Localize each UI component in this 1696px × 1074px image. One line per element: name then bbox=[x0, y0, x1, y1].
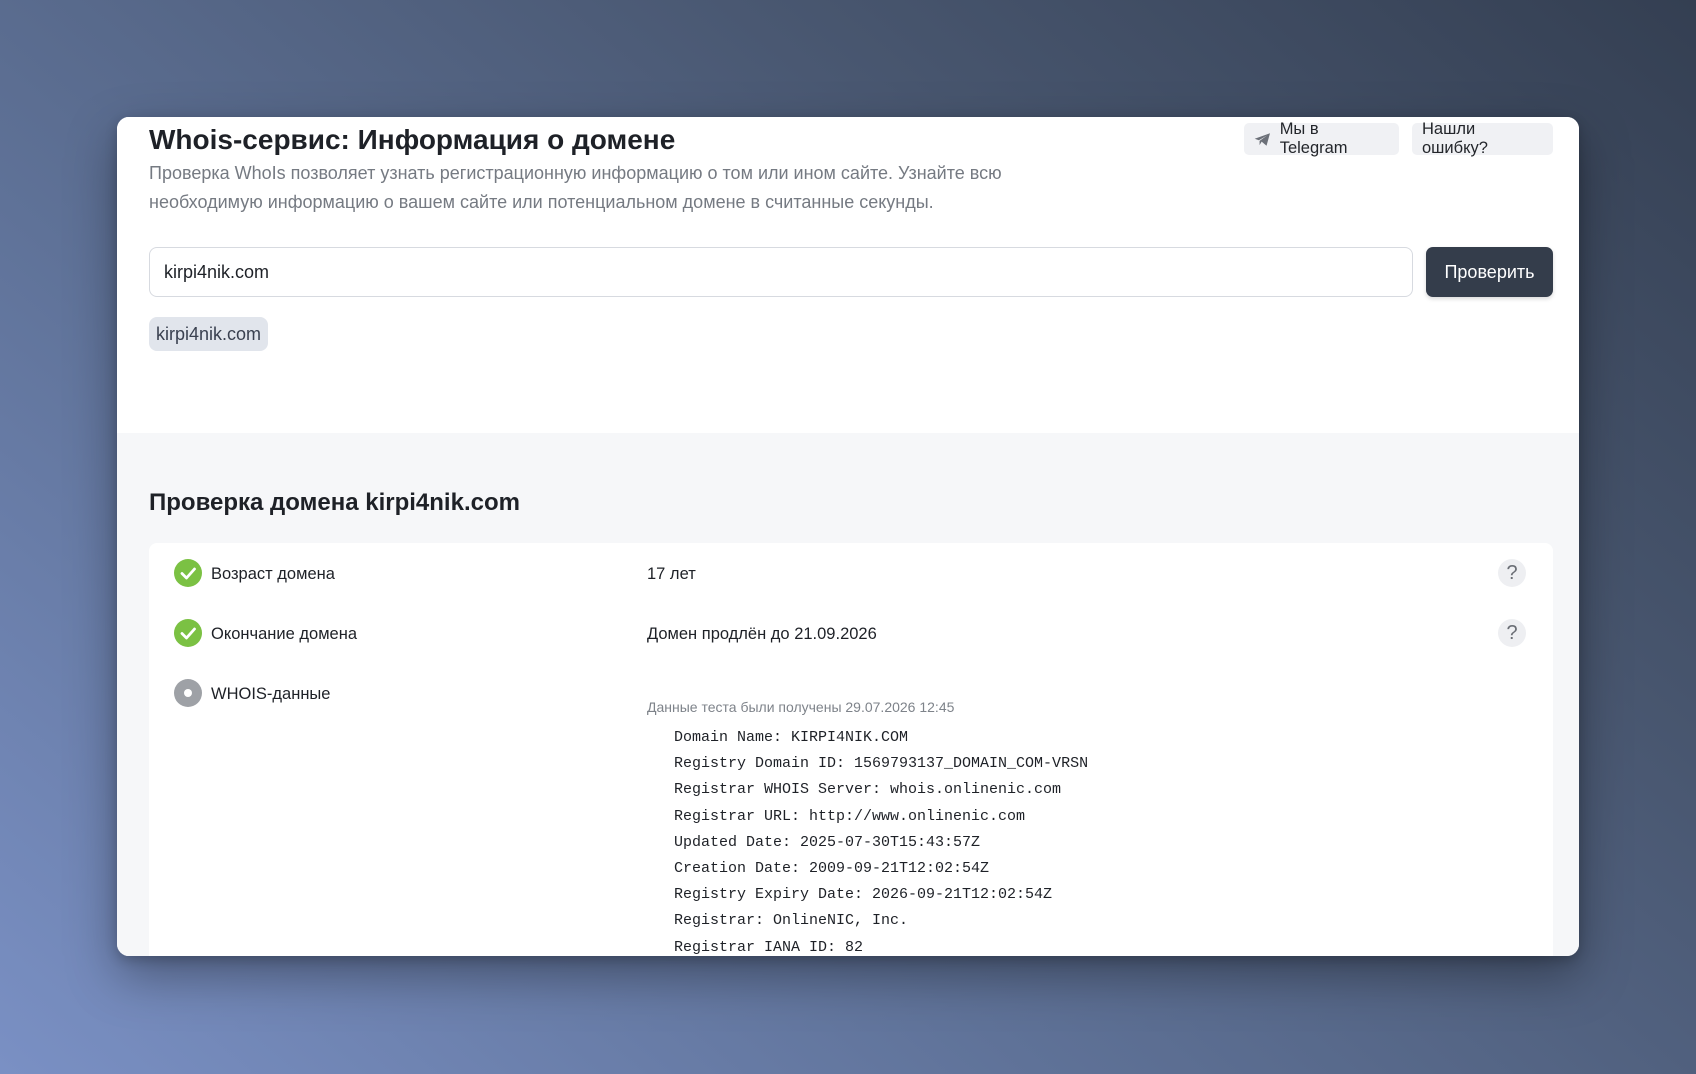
domain-age-label: Возраст домена bbox=[211, 565, 335, 583]
telegram-label: Мы в Telegram bbox=[1279, 120, 1348, 157]
dot-circle-icon bbox=[174, 679, 202, 707]
report-error-button[interactable]: Нашли ошибку? bbox=[1412, 120, 1553, 157]
whois-line: Registrar URL: http://www.onlinenic.com bbox=[674, 807, 1026, 825]
page-description: Проверка WhoIs позволяет узнать регистра… bbox=[149, 163, 1002, 212]
domain-expiry-label: Окончание домена bbox=[211, 625, 358, 643]
whois-line: Registrar WHOIS Server: whois.onlinenic.… bbox=[674, 781, 1062, 799]
telegram-button[interactable]: Мы в Telegram bbox=[1244, 120, 1399, 157]
header-section: Whois-сервис: Информация о домене Провер… bbox=[117, 117, 1579, 433]
whois-line: Creation Date: 2009-09-21T12:02:54Z bbox=[674, 859, 990, 877]
recent-domain-chip[interactable]: kirpi4nik.com bbox=[149, 317, 268, 351]
whois-window: Whois-сервис: Информация о домене Провер… bbox=[117, 117, 1579, 956]
domain-search-input[interactable] bbox=[149, 247, 1413, 297]
page-title: Whois-сервис: Информация о домене bbox=[149, 124, 676, 155]
results-section: Проверка домена kirpi4nik.com Возраст до… bbox=[117, 433, 1579, 956]
whois-raw-data: Domain Name: KIRPI4NIK.COM Registry Doma… bbox=[674, 725, 1088, 956]
whois-data-label: WHOIS-данные bbox=[211, 685, 331, 703]
domain-age-help-icon[interactable]: ? bbox=[1498, 559, 1526, 587]
whois-line: Registry Domain ID: 1569793137_DOMAIN_CO… bbox=[674, 755, 1089, 773]
whois-line: Registry Expiry Date: 2026-09-21T12:02:5… bbox=[674, 886, 1053, 904]
domain-age-value: 17 лет bbox=[647, 565, 696, 583]
check-circle-icon bbox=[174, 559, 202, 587]
whois-line: Registrar: OnlineNIC, Inc. bbox=[674, 912, 909, 930]
check-button[interactable]: Проверить bbox=[1426, 247, 1553, 297]
domain-expiry-help-icon[interactable]: ? bbox=[1498, 619, 1526, 647]
whois-timestamp-note: Данные теста были получены 29.07.2026 12… bbox=[647, 699, 955, 715]
whois-line: Registrar IANA ID: 82 bbox=[674, 938, 864, 956]
check-circle-icon bbox=[174, 619, 202, 647]
whois-line: Domain Name: KIRPI4NIK.COM bbox=[674, 729, 909, 746]
paper-plane-icon bbox=[1254, 132, 1270, 146]
results-card: Возраст домена 17 лет ? Окончание домена… bbox=[149, 543, 1553, 956]
domain-expiry-value: Домен продлён до 21.09.2026 bbox=[647, 625, 877, 643]
results-title: Проверка домена kirpi4nik.com bbox=[149, 489, 520, 516]
whois-line: Updated Date: 2025-07-30T15:43:57Z bbox=[674, 833, 981, 851]
